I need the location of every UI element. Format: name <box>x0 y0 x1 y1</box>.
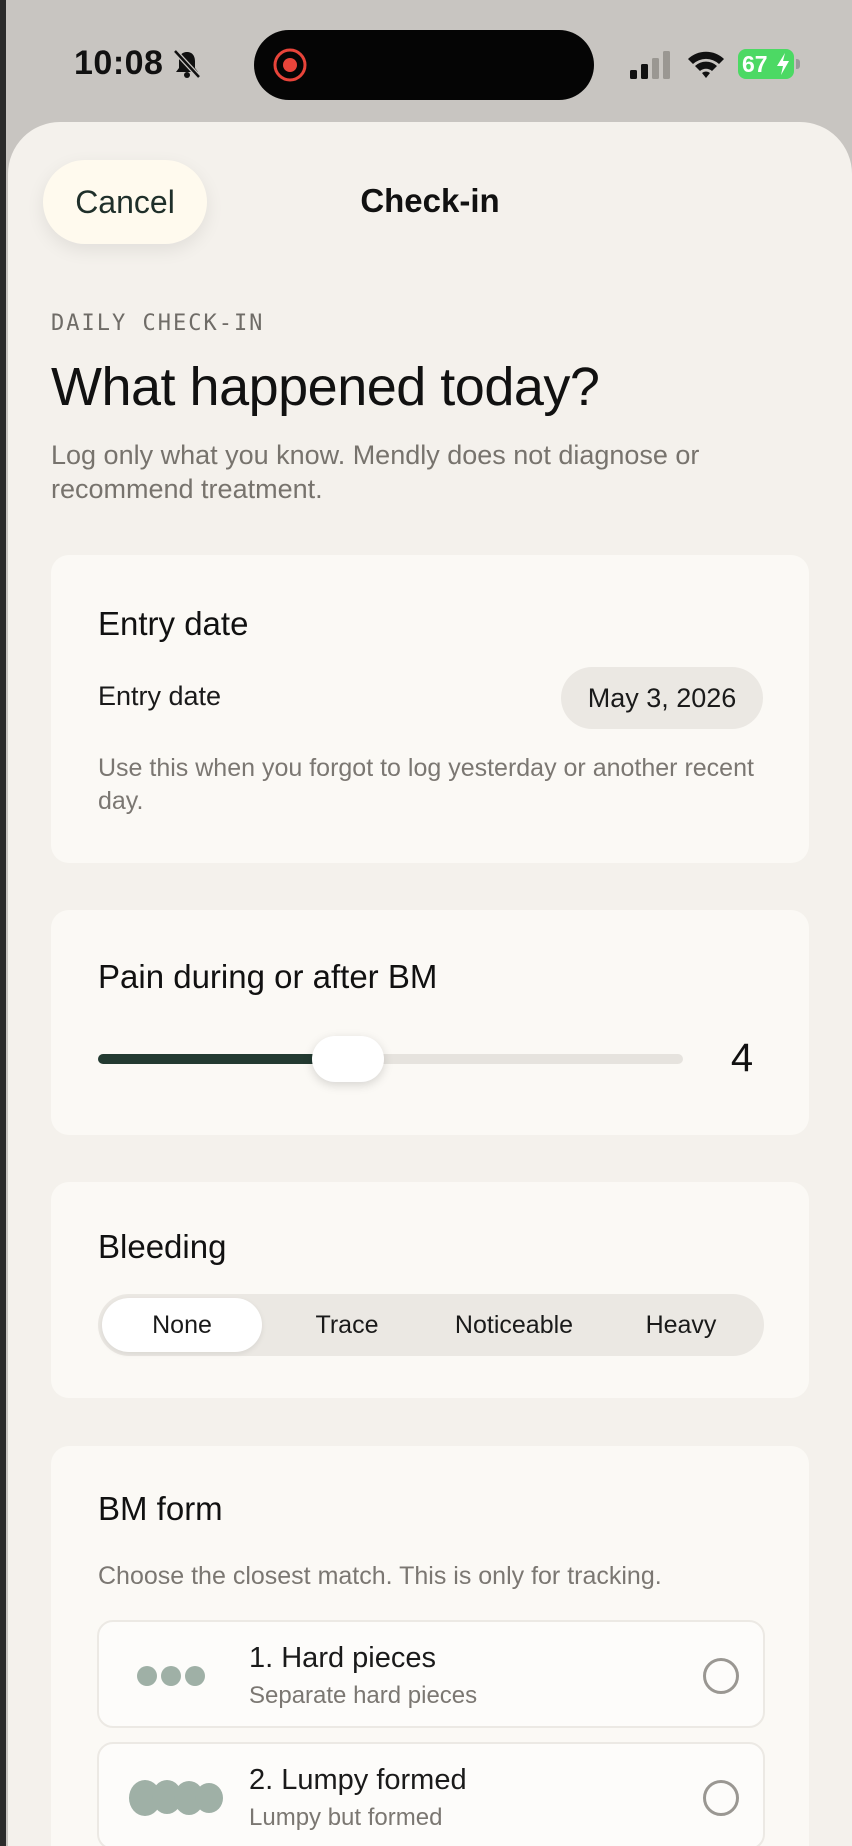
bell-slash-icon <box>173 49 201 79</box>
bm-form-option[interactable]: 2. Lumpy formed Lumpy but formed <box>97 1742 765 1846</box>
bm-form-card-title: BM form <box>98 1490 223 1527</box>
bm-form-option-subtitle: Separate hard pieces <box>249 1682 478 1709</box>
pain-slider-fill <box>98 1054 348 1064</box>
radio-button[interactable] <box>703 1658 739 1694</box>
bleeding-option-none[interactable]: None <box>102 1298 262 1352</box>
bolt-icon <box>777 53 789 75</box>
status-time: 10:08 <box>74 44 164 82</box>
entry-date-help: Use this when you forgot to log yesterda… <box>98 754 754 815</box>
sheet-title: Check-in <box>360 182 500 219</box>
bleeding-card-title: Bleeding <box>98 1228 227 1265</box>
bm-form-option-title: 1. Hard pieces <box>249 1642 436 1674</box>
bm-form-card: BM form Choose the closest match. This i… <box>51 1446 809 1846</box>
pain-value: 4 <box>730 1036 754 1080</box>
bm-form-option-subtitle: Lumpy but formed <box>249 1804 443 1831</box>
hard-pieces-icon <box>137 1666 205 1686</box>
bleeding-card: Bleeding None Trace Noticeable Heavy <box>51 1182 809 1398</box>
entry-date-label: Entry date <box>98 681 222 711</box>
entry-date-card-title: Entry date <box>98 605 249 642</box>
pain-card: Pain during or after BM 4 <box>51 910 809 1135</box>
bm-form-help: Choose the closest match. This is only f… <box>98 1562 662 1590</box>
wifi-icon <box>688 51 724 78</box>
bleeding-segmented-control: None Trace Noticeable Heavy <box>98 1294 764 1356</box>
pain-slider-track[interactable] <box>98 1054 683 1064</box>
entry-date-picker[interactable]: May 3, 2026 <box>561 667 763 729</box>
screen-record-icon <box>273 48 307 82</box>
bleeding-option-heavy[interactable]: Heavy <box>598 1294 764 1356</box>
battery-charging-icon: 67 <box>738 49 800 79</box>
bm-form-option-title: 2. Lumpy formed <box>249 1764 467 1796</box>
intro-description: Log only what you know. Mendly does not … <box>51 440 700 504</box>
pain-slider-thumb[interactable] <box>312 1036 384 1082</box>
cancel-button[interactable]: Cancel <box>43 160 207 244</box>
entry-date-card: Entry date Entry date May 3, 2026 Use th… <box>51 555 809 863</box>
bleeding-option-trace[interactable]: Trace <box>264 1294 430 1356</box>
cellular-signal-icon <box>630 51 670 79</box>
bm-form-option[interactable]: 1. Hard pieces Separate hard pieces <box>97 1620 765 1728</box>
pain-card-title: Pain during or after BM <box>98 958 438 995</box>
bleeding-option-noticeable[interactable]: Noticeable <box>430 1294 598 1356</box>
battery-tip <box>796 59 800 69</box>
eyebrow-label: DAILY CHECK-IN <box>51 311 265 336</box>
radio-button[interactable] <box>703 1780 739 1816</box>
window-edge <box>0 0 6 1846</box>
battery-level: 67 <box>742 51 768 77</box>
status-bar: 10:08 67 <box>0 0 852 120</box>
lumpy-formed-icon <box>129 1780 223 1816</box>
page-headline: What happened today? <box>51 357 600 417</box>
